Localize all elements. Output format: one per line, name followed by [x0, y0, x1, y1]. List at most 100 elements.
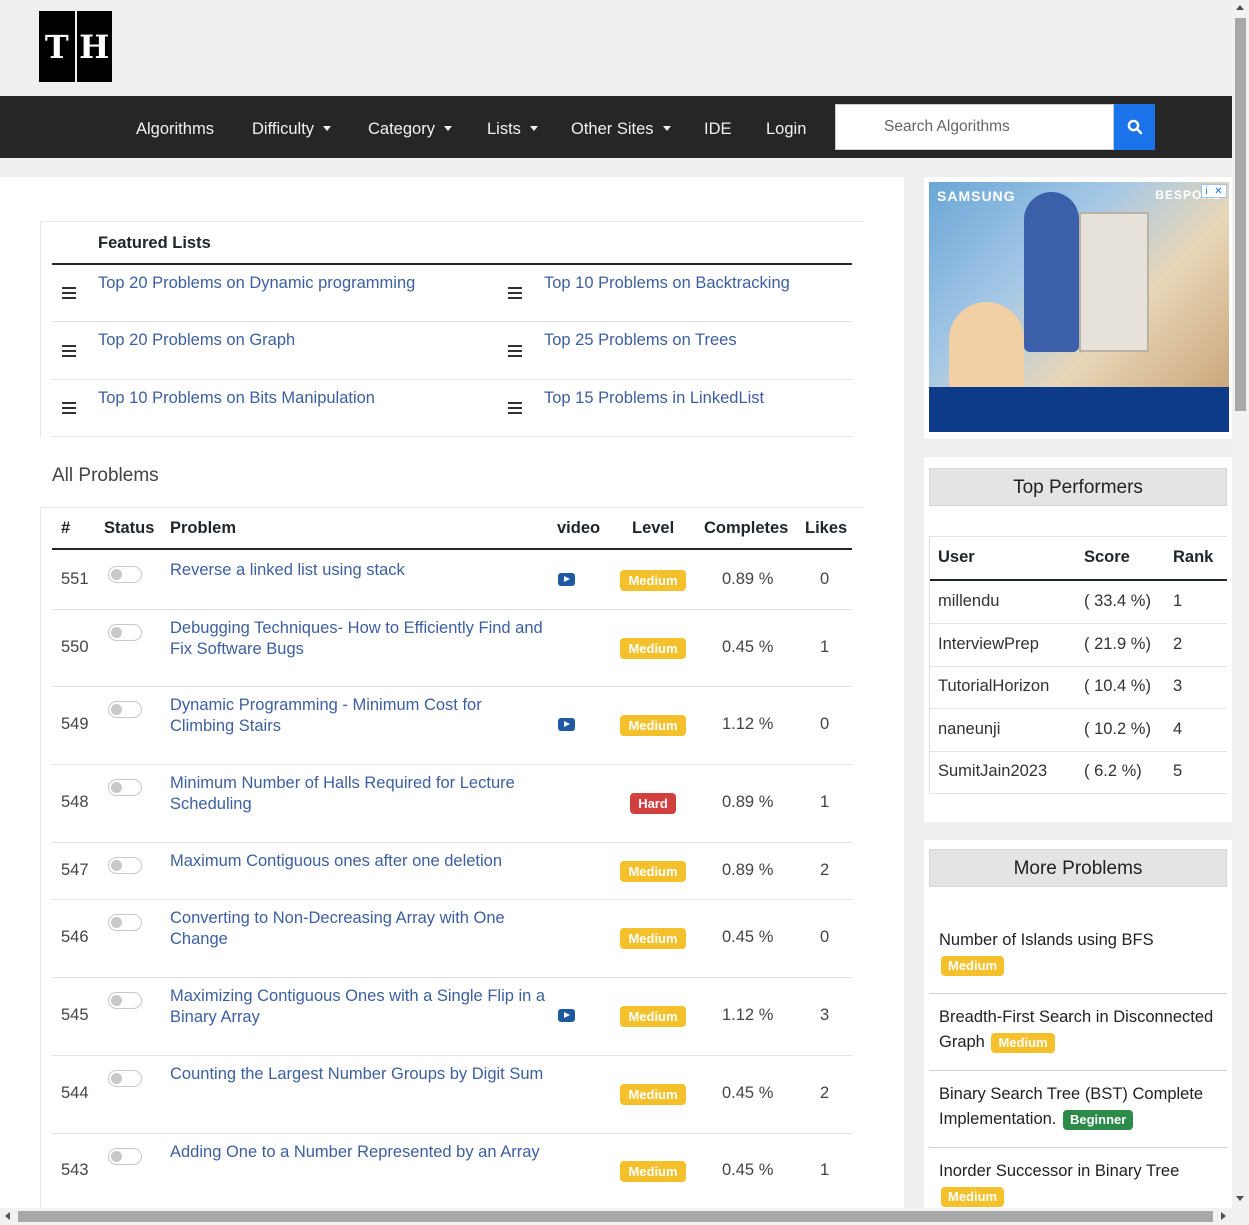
more-problem-item[interactable]: Number of Islands using BFS Medium [939, 928, 1224, 978]
likes-value: 3 [820, 1006, 830, 1024]
video-play-icon[interactable] [558, 1009, 575, 1022]
likes-value: 1 [820, 1160, 830, 1179]
problem-number: 544 [61, 1084, 89, 1102]
featured-list-link[interactable]: Top 20 Problems on Dynamic programming [98, 274, 415, 293]
performer-rank: 2 [1173, 634, 1183, 653]
nav-algorithms[interactable]: Algorithms [136, 96, 214, 158]
status-toggle[interactable] [108, 779, 142, 796]
problem-title-link[interactable]: Debugging Techniques- How to Efficiently… [170, 618, 550, 660]
row-divider [52, 436, 852, 437]
problem-title-link[interactable]: Counting the Largest Number Groups by Di… [170, 1064, 550, 1085]
nav-ide[interactable]: IDE [704, 96, 732, 158]
search-input[interactable] [836, 105, 1113, 149]
more-problem-item[interactable]: Binary Search Tree (BST) Complete Implem… [939, 1082, 1224, 1132]
status-toggle[interactable] [108, 1070, 142, 1087]
row-divider [52, 321, 852, 322]
row-divider [52, 379, 852, 380]
status-toggle[interactable] [108, 701, 142, 718]
completes-value: 1.12 % [722, 715, 774, 733]
scroll-right-icon[interactable] [1221, 1212, 1226, 1220]
row-divider [52, 764, 852, 765]
advertisement-banner[interactable]: SAMSUNG BESPOKE i ✕ [929, 182, 1229, 432]
problem-title-link[interactable]: Maximizing Contiguous Ones with a Single… [170, 986, 550, 1028]
more-problem-title[interactable]: Breadth-First Search in Disconnected Gra… [939, 1008, 1213, 1051]
more-problem-item[interactable]: Inorder Successor in Binary Tree Medium [939, 1159, 1224, 1209]
site-logo[interactable]: T H [39, 11, 112, 82]
ad-person-image [949, 302, 1024, 392]
featured-list-link[interactable]: Top 20 Problems on Graph [98, 331, 295, 350]
level-badge: Medium [620, 928, 686, 949]
col-header-level: Level [632, 519, 675, 537]
featured-list-link[interactable]: Top 15 Problems in LinkedList [544, 389, 764, 408]
scroll-left-icon[interactable] [5, 1212, 10, 1220]
video-play-icon[interactable] [558, 718, 575, 731]
performer-user[interactable]: InterviewPrep [938, 635, 1039, 654]
more-problem-title[interactable]: Number of Islands using BFS [939, 931, 1154, 949]
search-button[interactable] [1114, 104, 1155, 150]
nav-difficulty-dropdown[interactable]: Difficulty [252, 96, 332, 158]
col-header-status: Status [104, 519, 155, 537]
problem-title-link[interactable]: Reverse a linked list using stack [170, 560, 550, 581]
row-divider [52, 1133, 852, 1134]
likes-value: 1 [820, 637, 830, 656]
vertical-scroll-thumb[interactable] [1235, 18, 1246, 411]
search-box [835, 104, 1114, 150]
scroll-up-icon[interactable] [1236, 5, 1244, 10]
ad-promo-strip [929, 387, 1229, 432]
problem-title-link[interactable]: Minimum Number of Halls Required for Lec… [170, 773, 550, 815]
level-badge: Medium [620, 715, 686, 736]
level-badge: Medium [620, 860, 686, 882]
problem-title-link[interactable]: Adding One to a Number Represented by an… [170, 1142, 550, 1163]
performer-user[interactable]: naneunji [938, 720, 1000, 739]
status-toggle[interactable] [108, 992, 142, 1009]
col-header-video: video [557, 519, 601, 537]
status-toggle[interactable] [108, 1148, 142, 1165]
performer-user[interactable]: millendu [938, 592, 999, 611]
video-play-icon[interactable] [558, 573, 575, 586]
problem-title-link[interactable]: Maximum Contiguous ones after one deleti… [170, 851, 550, 872]
col-header-completes: Completes [704, 519, 789, 537]
more-problem-item[interactable]: Breadth-First Search in Disconnected Gra… [939, 1005, 1224, 1055]
featured-list-link[interactable]: Top 10 Problems on Bits Manipulation [98, 389, 375, 408]
status-toggle[interactable] [108, 624, 142, 641]
scroll-down-icon[interactable] [1236, 1196, 1244, 1201]
problem-title-link[interactable]: Dynamic Programming - Minimum Cost for C… [170, 695, 550, 737]
more-problem-title[interactable]: Inorder Successor in Binary Tree [939, 1162, 1179, 1180]
performer-user[interactable]: SumitJain2023 [938, 762, 1047, 781]
top-performers-title: Top Performers [929, 468, 1227, 506]
problem-number: 548 [61, 793, 89, 811]
level-badge: Hard [630, 793, 676, 814]
ad-choices-icon[interactable]: i ✕ [1201, 184, 1227, 198]
problem-number: 551 [61, 570, 89, 588]
row-divider [930, 708, 1227, 709]
nav-lists-dropdown[interactable]: Lists [487, 96, 538, 158]
status-toggle[interactable] [108, 857, 142, 874]
performer-rank: 4 [1173, 719, 1183, 738]
status-toggle[interactable] [108, 914, 142, 931]
level-badge: Medium [620, 1160, 686, 1182]
row-divider [930, 665, 1227, 667]
row-divider [930, 793, 1227, 794]
tp-col-score: Score [1084, 548, 1130, 566]
logo-letter-h: H [79, 27, 110, 66]
problem-title-link[interactable]: Converting to Non-Decreasing Array with … [170, 908, 550, 950]
row-divider [930, 750, 1227, 752]
vertical-scrollbar[interactable] [1232, 0, 1249, 1208]
item-divider [929, 1070, 1227, 1071]
nav-other-sites-dropdown[interactable]: Other Sites [571, 96, 671, 158]
completes-value: 0.45 % [722, 928, 774, 946]
list-menu-icon [62, 402, 76, 417]
status-toggle[interactable] [108, 566, 142, 583]
horizontal-scroll-thumb[interactable] [18, 1211, 1213, 1222]
horizontal-scrollbar[interactable] [0, 1208, 1249, 1225]
performer-score: ( 6.2 %) [1084, 762, 1142, 780]
performer-user[interactable]: TutorialHorizon [938, 677, 1049, 696]
nav-login[interactable]: Login [766, 96, 806, 158]
featured-list-link[interactable]: Top 10 Problems on Backtracking [544, 274, 790, 293]
performer-score: ( 10.2 %) [1084, 719, 1151, 738]
featured-list-link[interactable]: Top 25 Problems on Trees [544, 331, 737, 350]
likes-value: 0 [820, 570, 830, 588]
performer-rank: 5 [1173, 762, 1183, 780]
problem-number: 543 [61, 1160, 89, 1179]
nav-category-dropdown[interactable]: Category [368, 96, 452, 158]
